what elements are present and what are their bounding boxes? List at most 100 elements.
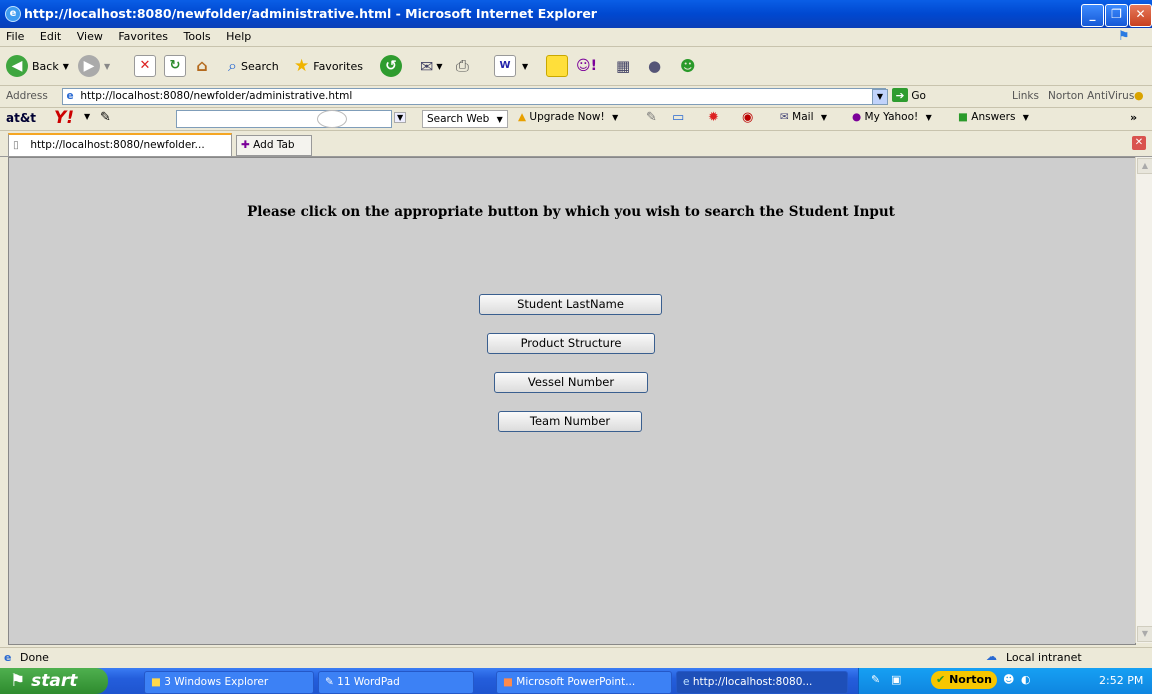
intranet-zone-icon: ☁ [986,650,997,663]
add-tab-button[interactable]: ✚ Add Tab [236,135,312,156]
taskbar-item-powerpoint[interactable]: ■ Microsoft PowerPoint... [496,671,672,694]
answers-button[interactable]: ■ Answers ▼ [958,111,1029,123]
back-button[interactable]: ◀ Back ▼ [6,53,69,79]
pencil-icon[interactable]: ✎ [100,110,111,125]
att-logo[interactable]: at&t [6,111,36,125]
my-yahoo-button[interactable]: ● My Yahoo! ▼ [852,111,932,123]
notes-button[interactable] [546,53,568,79]
envelope-icon: ✉ [780,111,789,123]
norton-icon[interactable]: ● [1134,89,1144,102]
menu-file[interactable]: File [0,28,30,46]
search-dropdown-button[interactable]: ▼ [394,112,407,123]
check-icon: ✔ [936,673,946,686]
address-url: http://localhost:8080/newfolder/administ… [80,90,353,102]
research-button[interactable]: ▦ [616,53,630,79]
tray-pen-icon[interactable]: ✎ [871,673,880,686]
links-label[interactable]: Links [1012,90,1039,102]
search-label: Search [240,59,279,73]
taskbar-item-internet-explorer[interactable]: e http://localhost:8080... [676,671,848,694]
taskbar-item-windows-explorer[interactable]: ■ 3 Windows Explorer [144,671,314,694]
menu-edit[interactable]: Edit [34,28,67,46]
launchcast-icon[interactable]: ◉ [742,110,753,125]
menu-help[interactable]: Help [220,28,257,46]
search-web-label: Search Web [427,113,490,125]
standard-toolbar: ◀ Back ▼ ▶ ▼ ✕ ↻ ⌂ ⌕ Search ★ Favorites … [0,47,1152,86]
address-input[interactable]: e http://localhost:8080/newfolder/admini… [62,88,886,105]
scroll-down-button[interactable]: ▼ [1137,626,1152,642]
mail-button[interactable]: ✉ ▼ [420,53,443,79]
dropdown-arrow-icon: ▼ [62,61,69,71]
clock[interactable]: 2:52 PM [1099,674,1143,687]
edit-button[interactable]: W ▼ [494,53,528,79]
forward-button[interactable]: ▶ ▼ [78,53,110,79]
page-icon: e [66,90,74,102]
antispy-icon[interactable]: ✹ [708,110,719,125]
windows-logo-icon: ⚑ [1118,29,1130,44]
internet-explorer-icon: e [683,676,690,688]
go-button[interactable]: ➔ Go [892,88,938,104]
team-number-button[interactable]: Team Number [498,411,642,432]
yahoo-search-input[interactable] [176,110,392,128]
dropdown-arrow-icon: ▼ [820,113,827,122]
windows-flag-icon: ⚑ [10,671,26,691]
favorites-button[interactable]: ★ Favorites [294,53,363,79]
print-button[interactable]: ⎙ [456,53,469,79]
vertical-scrollbar[interactable]: ▲ ▼ [1135,157,1152,643]
restore-button[interactable]: ❐ [1105,4,1128,27]
tray-volume-icon[interactable]: ◐ [1021,673,1031,686]
start-button[interactable]: ⚑ start [0,668,108,694]
yahoo-logo-icon[interactable]: Y! [54,108,74,128]
window-title-bar[interactable]: e http://localhost:8080/newfolder/admini… [0,0,1152,28]
upgrade-now-button[interactable]: ▲ Upgrade Now! ▼ [518,111,618,123]
page-status-icon: e [4,651,12,664]
answers-label: Answers [971,111,1016,123]
refresh-button[interactable]: ↻ [164,53,186,79]
menu-bar: File Edit View Favorites Tools Help ⚑ [0,28,1152,47]
highlighter-icon[interactable]: ✎ [646,110,657,125]
menu-view[interactable]: View [71,28,109,46]
history-button[interactable]: ↺ [380,53,402,79]
tray-messenger-icon[interactable]: ☻ [1003,673,1014,686]
tray-network-icon[interactable]: ▣ [891,673,901,686]
taskbar-item-label: http://localhost:8080... [692,676,813,688]
close-window-button[interactable]: ✕ [1129,4,1152,27]
discuss-button[interactable]: ● [648,53,661,79]
menu-favorites[interactable]: Favorites [112,28,174,46]
student-lastname-button[interactable]: Student LastName [479,294,662,315]
product-structure-button[interactable]: Product Structure [487,333,655,354]
address-label: Address [6,90,48,102]
window-icon[interactable]: ▭ [672,110,684,125]
scroll-up-button[interactable]: ▲ [1137,158,1152,174]
mail-menu-button[interactable]: ✉ Mail ▼ [780,111,827,123]
chevron-more-icon[interactable]: » [1130,111,1137,124]
search-button[interactable]: ⌕ Search [228,53,279,79]
word-edit-icon: W [494,55,516,77]
vessel-number-button[interactable]: Vessel Number [494,372,648,393]
home-button[interactable]: ⌂ [192,53,212,79]
wordpad-icon: ✎ [325,676,334,688]
my-yahoo-icon: ● [852,111,862,123]
taskbar-item-label: 11 WordPad [337,676,400,688]
minimize-button[interactable]: _ [1081,4,1104,27]
tab-current[interactable]: ▯ http://localhost:8080/newfolder... [8,133,232,156]
mail-icon: ✉ [420,56,434,76]
address-dropdown-button[interactable]: ▼ [872,89,888,105]
norton-tray-button[interactable]: ✔ Norton [931,671,997,689]
plus-icon: ✚ [241,139,250,151]
print-icon: ⎙ [456,56,469,75]
norton-antivirus-label[interactable]: Norton AntiVirus [1048,90,1134,102]
messenger-button[interactable]: ☻ [680,53,696,79]
answers-icon: ■ [958,111,968,123]
yahoo-messenger-button[interactable]: ☺! [576,53,597,79]
menu-tools[interactable]: Tools [178,28,217,46]
dropdown-arrow-icon: ▼ [104,61,111,71]
taskbar-item-wordpad[interactable]: ✎ 11 WordPad [318,671,474,694]
taskbar-item-label: Microsoft PowerPoint... [516,676,636,688]
dropdown-arrow-icon[interactable]: ▼ [84,112,90,121]
stop-button[interactable]: ✕ [134,53,156,79]
search-web-button[interactable]: Search Web ▼ [422,110,508,128]
status-text: Done [20,651,49,664]
page-content [8,157,1136,645]
yahoo-messenger-icon: ☺! [576,58,597,74]
close-tab-button[interactable]: ✕ [1132,136,1146,150]
